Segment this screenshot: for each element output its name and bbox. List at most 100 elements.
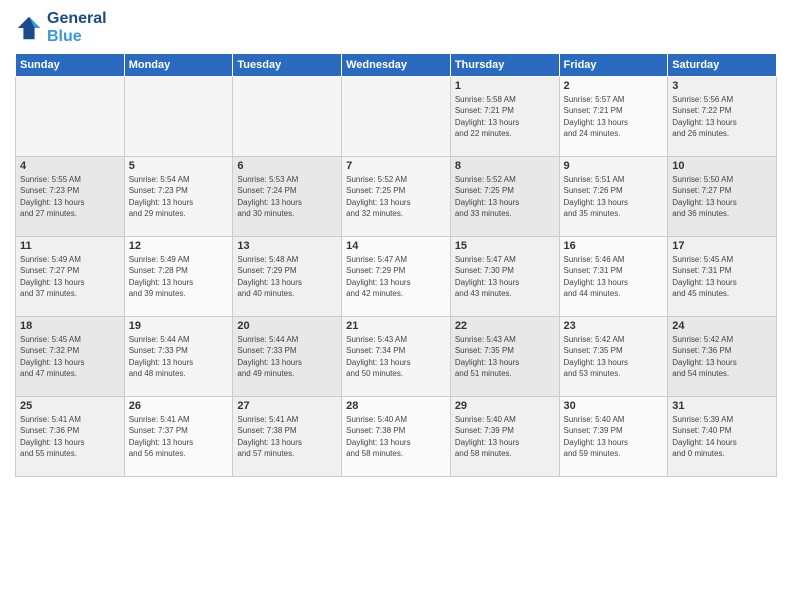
day-number: 24 (672, 320, 772, 332)
day-number: 13 (237, 240, 337, 252)
day-number: 30 (564, 400, 664, 412)
day-info: Sunrise: 5:40 AM Sunset: 7:39 PM Dayligh… (564, 414, 664, 459)
day-number: 8 (455, 160, 555, 172)
day-number: 1 (455, 80, 555, 92)
weekday-header: Monday (124, 54, 233, 77)
day-number: 5 (129, 160, 229, 172)
day-number: 9 (564, 160, 664, 172)
calendar-cell: 26Sunrise: 5:41 AM Sunset: 7:37 PM Dayli… (124, 397, 233, 477)
calendar-cell (342, 77, 451, 157)
weekday-header: Friday (559, 54, 668, 77)
calendar-cell: 24Sunrise: 5:42 AM Sunset: 7:36 PM Dayli… (668, 317, 777, 397)
day-number: 17 (672, 240, 772, 252)
day-number: 11 (20, 240, 120, 252)
calendar-cell: 30 Sunrise: 5:40 AM Sunset: 7:39 PM Dayli… (559, 397, 668, 477)
calendar-cell: 23Sunrise: 5:42 AM Sunset: 7:35 PM Dayli… (559, 317, 668, 397)
day-info: Sunrise: 5:39 AM Sunset: 7:40 PM Dayligh… (672, 414, 772, 459)
day-number: 20 (237, 320, 337, 332)
day-number: 3 (672, 80, 772, 92)
day-info: Sunrise: 5:50 AM Sunset: 7:27 PM Dayligh… (672, 174, 772, 219)
day-info: Sunrise: 5:55 AM Sunset: 7:23 PM Dayligh… (20, 174, 120, 219)
calendar-cell: 5Sunrise: 5:54 AM Sunset: 7:23 PM Daylig… (124, 157, 233, 237)
day-info: Sunrise: 5:44 AM Sunset: 7:33 PM Dayligh… (237, 334, 337, 379)
day-number: 4 (20, 160, 120, 172)
day-number: 2 (564, 80, 664, 92)
day-info: Sunrise: 5:57 AM Sunset: 7:21 PM Dayligh… (564, 94, 664, 139)
day-number: 15 (455, 240, 555, 252)
calendar-header-row: SundayMondayTuesdayWednesdayThursdayFrid… (16, 54, 777, 77)
day-number: 21 (346, 320, 446, 332)
calendar-cell: 3 Sunrise: 5:56 AM Sunset: 7:22 PM Daylig… (668, 77, 777, 157)
day-info: Sunrise: 5:45 AM Sunset: 7:32 PM Dayligh… (20, 334, 120, 379)
weekday-header: Tuesday (233, 54, 342, 77)
calendar-cell: 9 Sunrise: 5:51 AM Sunset: 7:26 PM Daylig… (559, 157, 668, 237)
calendar-table: SundayMondayTuesdayWednesdayThursdayFrid… (15, 53, 777, 477)
day-number: 27 (237, 400, 337, 412)
calendar-cell: 19 Sunrise: 5:44 AM Sunset: 7:33 PM Dayli… (124, 317, 233, 397)
day-info: Sunrise: 5:44 AM Sunset: 7:33 PM Dayligh… (129, 334, 229, 379)
calendar-cell (233, 77, 342, 157)
day-number: 25 (20, 400, 120, 412)
day-info: Sunrise: 5:49 AM Sunset: 7:28 PM Dayligh… (129, 254, 229, 299)
calendar-cell: 7 Sunrise: 5:52 AM Sunset: 7:25 PM Daylig… (342, 157, 451, 237)
day-info: Sunrise: 5:46 AM Sunset: 7:31 PM Dayligh… (564, 254, 664, 299)
day-info: Sunrise: 5:43 AM Sunset: 7:35 PM Dayligh… (455, 334, 555, 379)
calendar-cell: 21 Sunrise: 5:43 AM Sunset: 7:34 PM Dayli… (342, 317, 451, 397)
day-info: Sunrise: 5:40 AM Sunset: 7:38 PM Dayligh… (346, 414, 446, 459)
day-number: 18 (20, 320, 120, 332)
day-info: Sunrise: 5:58 AM Sunset: 7:21 PM Dayligh… (455, 94, 555, 139)
calendar-cell (16, 77, 125, 157)
calendar-cell: 17 Sunrise: 5:45 AM Sunset: 7:31 PM Dayli… (668, 237, 777, 317)
calendar-cell: 13 Sunrise: 5:48 AM Sunset: 7:29 PM Dayli… (233, 237, 342, 317)
day-info: Sunrise: 5:45 AM Sunset: 7:31 PM Dayligh… (672, 254, 772, 299)
day-info: Sunrise: 5:41 AM Sunset: 7:36 PM Dayligh… (20, 414, 120, 459)
calendar-cell: 8 Sunrise: 5:52 AM Sunset: 7:25 PM Daylig… (450, 157, 559, 237)
day-number: 7 (346, 160, 446, 172)
day-number: 28 (346, 400, 446, 412)
calendar-cell: 25 Sunrise: 5:41 AM Sunset: 7:36 PM Dayli… (16, 397, 125, 477)
logo-icon (15, 14, 43, 42)
day-info: Sunrise: 5:43 AM Sunset: 7:34 PM Dayligh… (346, 334, 446, 379)
day-number: 19 (129, 320, 229, 332)
day-number: 29 (455, 400, 555, 412)
calendar-week-row: 4 Sunrise: 5:55 AM Sunset: 7:23 PM Daylig… (16, 157, 777, 237)
calendar-cell: 20 Sunrise: 5:44 AM Sunset: 7:33 PM Dayli… (233, 317, 342, 397)
calendar-cell: 27 Sunrise: 5:41 AM Sunset: 7:38 PM Dayli… (233, 397, 342, 477)
calendar-week-row: 1 Sunrise: 5:58 AM Sunset: 7:21 PM Daylig… (16, 77, 777, 157)
calendar-cell: 14 Sunrise: 5:47 AM Sunset: 7:29 PM Dayli… (342, 237, 451, 317)
header: General Blue (15, 10, 777, 45)
calendar-week-row: 18 Sunrise: 5:45 AM Sunset: 7:32 PM Dayli… (16, 317, 777, 397)
day-info: Sunrise: 5:47 AM Sunset: 7:29 PM Dayligh… (346, 254, 446, 299)
logo: General Blue (15, 10, 107, 45)
day-info: Sunrise: 5:42 AM Sunset: 7:35 PM Dayligh… (564, 334, 664, 379)
logo-text: General Blue (47, 10, 107, 45)
calendar-cell: 11Sunrise: 5:49 AM Sunset: 7:27 PM Dayli… (16, 237, 125, 317)
day-info: Sunrise: 5:53 AM Sunset: 7:24 PM Dayligh… (237, 174, 337, 219)
day-info: Sunrise: 5:40 AM Sunset: 7:39 PM Dayligh… (455, 414, 555, 459)
weekday-header: Saturday (668, 54, 777, 77)
calendar-cell: 4 Sunrise: 5:55 AM Sunset: 7:23 PM Daylig… (16, 157, 125, 237)
day-number: 10 (672, 160, 772, 172)
day-number: 31 (672, 400, 772, 412)
day-info: Sunrise: 5:56 AM Sunset: 7:22 PM Dayligh… (672, 94, 772, 139)
calendar-cell (124, 77, 233, 157)
calendar-cell: 22 Sunrise: 5:43 AM Sunset: 7:35 PM Dayli… (450, 317, 559, 397)
day-info: Sunrise: 5:47 AM Sunset: 7:30 PM Dayligh… (455, 254, 555, 299)
calendar-cell: 12 Sunrise: 5:49 AM Sunset: 7:28 PM Dayli… (124, 237, 233, 317)
weekday-header: Wednesday (342, 54, 451, 77)
calendar-cell: 10 Sunrise: 5:50 AM Sunset: 7:27 PM Dayli… (668, 157, 777, 237)
calendar-cell: 18 Sunrise: 5:45 AM Sunset: 7:32 PM Dayli… (16, 317, 125, 397)
day-info: Sunrise: 5:52 AM Sunset: 7:25 PM Dayligh… (346, 174, 446, 219)
day-info: Sunrise: 5:48 AM Sunset: 7:29 PM Dayligh… (237, 254, 337, 299)
day-number: 12 (129, 240, 229, 252)
day-number: 22 (455, 320, 555, 332)
day-info: Sunrise: 5:52 AM Sunset: 7:25 PM Dayligh… (455, 174, 555, 219)
weekday-header: Sunday (16, 54, 125, 77)
calendar-cell: 1 Sunrise: 5:58 AM Sunset: 7:21 PM Daylig… (450, 77, 559, 157)
day-info: Sunrise: 5:51 AM Sunset: 7:26 PM Dayligh… (564, 174, 664, 219)
day-number: 14 (346, 240, 446, 252)
day-info: Sunrise: 5:41 AM Sunset: 7:38 PM Dayligh… (237, 414, 337, 459)
calendar-cell: 16Sunrise: 5:46 AM Sunset: 7:31 PM Dayli… (559, 237, 668, 317)
weekday-header: Thursday (450, 54, 559, 77)
day-number: 6 (237, 160, 337, 172)
